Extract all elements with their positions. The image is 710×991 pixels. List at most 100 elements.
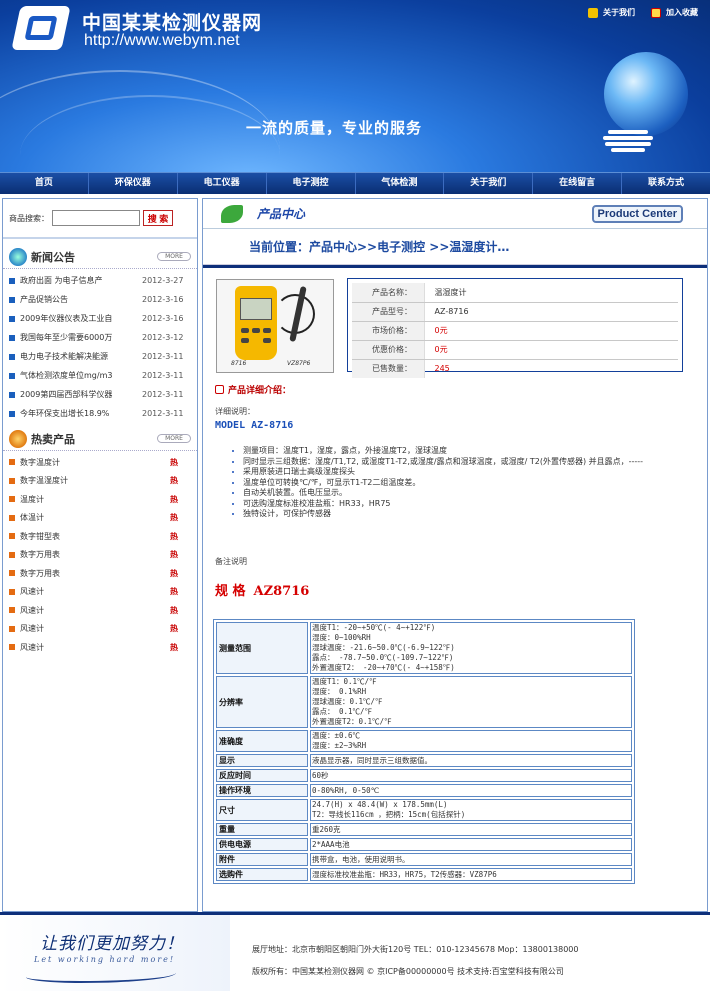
spec-value: 0-80%RH, 0-50℃ [310,784,632,797]
news-item-date: 2012-3-27 [142,276,184,285]
hot-item-title[interactable]: 风速计 [20,642,170,653]
meter-screen [240,298,272,320]
spec-key: 供电电源 [216,838,308,851]
spec-value: 湿度标准校准盐瓶：HR33，HR75，T2传感器：VZ87P6 [310,868,632,881]
list-item[interactable]: 数字温湿度计热 [9,472,197,491]
spec-key: 附件 [216,853,308,866]
news-item-title[interactable]: 电力电子技术能解决能源 [20,351,142,362]
news-item-title[interactable]: 今年环保支出增长18.9% [20,408,142,419]
footer-slogan-area: 让我们更加努力！ Let working hard more! [0,915,230,991]
list-item[interactable]: 我国每年至少需要6000万 2012-3-12 [9,328,197,347]
product-search: 商品搜索： 搜 索 [3,199,197,239]
spec-key: 显示 [216,754,308,767]
nav-about[interactable]: 关于我们 [444,173,534,194]
nav-message[interactable]: 在线留言 [533,173,623,194]
list-item[interactable]: 政府出面 为电子信息产 2012-3-27 [9,271,197,290]
table-row: 选购件 湿度标准校准盐瓶：HR33，HR75，T2传感器：VZ87P6 [216,868,632,881]
spec-value-line: 露点： -78.7~50.0℃(-109.7~122℉) [312,653,454,662]
list-item[interactable]: 今年环保支出增长18.9% 2012-3-11 [9,404,197,423]
breadcrumb[interactable]: 当前位置：产品中心>>电子测控 >>温湿度计… [203,229,707,265]
meter-button [263,328,271,333]
top-links: 关于我们 加入收藏 [588,7,698,18]
hot-item-title[interactable]: 风速计 [20,586,170,597]
list-item[interactable]: 风速计热 [9,620,197,639]
spec-value: 2*AAA电池 [310,838,632,851]
search-input[interactable] [52,210,140,226]
spec-value-line: 温度T1：-20~+50℃(- 4~+122℉) [312,623,436,632]
table-row: 附件 携带盒，电池，使用说明书。 [216,853,632,866]
hot-item-title[interactable]: 风速计 [20,605,170,616]
hot-item-title[interactable]: 数字万用表 [20,568,170,579]
list-item[interactable]: 温度计热 [9,490,197,509]
hot-item-title[interactable]: 风速计 [20,623,170,634]
site-logo-icon[interactable] [11,6,71,50]
bullet-icon [9,496,15,503]
product-image[interactable]: 8716 VZ87P6 [216,279,334,373]
hot-item-title[interactable]: 体温计 [20,512,170,523]
news-item-title[interactable]: 气体检测浓度单位mg/m3 [20,370,142,381]
search-button[interactable]: 搜 索 [143,210,173,226]
model-name: MODEL AZ-8716 [215,420,294,431]
hot-item-title[interactable]: 数字万用表 [20,549,170,560]
bookmark-icon [651,7,661,18]
news-item-title[interactable]: 2009年仪器仪表及工业自 [20,313,142,324]
bullet-icon [9,353,15,360]
feature-item: 自动关机装置。低电压显示。 [243,488,695,499]
summary-key: 产品型号： [352,302,425,322]
footer-copyright: 版权所有：中国某某检测仪器网 © 京ICP备00000000号 技术支持:百宝堂… [252,967,564,976]
spec-key: 选购件 [216,868,308,881]
spec-value-line: 外置温度T2：0.1℃/℉ [312,717,392,726]
list-item[interactable]: 数字钳型表热 [9,527,197,546]
nav-home[interactable]: 首页 [0,173,89,194]
list-item[interactable]: 产品促销公告 2012-3-16 [9,290,197,309]
spec-value: 60秒 [310,769,632,782]
product-summary-table: 产品名称： 温湿度计 产品型号： AZ-8716 市场价格： 0元 优惠价格： 0元 已… [352,283,678,378]
list-item[interactable]: 电力电子技术能解决能源 2012-3-11 [9,347,197,366]
about-link[interactable]: 关于我们 [588,7,635,18]
news-item-title[interactable]: 2009第四届西部科学仪器 [20,389,142,400]
list-item[interactable]: 体温计热 [9,509,197,528]
spec-value-line: 温度：±0.6℃ [312,731,361,740]
news-item-date: 2012-3-11 [142,352,184,361]
list-item[interactable]: 数字万用表热 [9,546,197,565]
hot-item-title[interactable]: 温度计 [20,494,170,505]
news-item-title[interactable]: 政府出面 为电子信息产 [20,275,142,286]
news-item-date: 2012-3-11 [142,371,184,380]
spec-key: 分辨率 [216,676,308,728]
spec-value-line: 携带盒，电池，使用说明书。 [312,854,410,864]
list-item[interactable]: 风速计热 [9,638,197,657]
list-item[interactable]: 数字温度计热 [9,453,197,472]
summary-value: 245 [434,364,450,374]
list-item[interactable]: 风速计热 [9,583,197,602]
hot-item-title[interactable]: 数字温湿度计 [20,475,170,486]
nav-electronic-control[interactable]: 电子测控 [267,173,356,194]
list-item[interactable]: 风速计热 [9,601,197,620]
list-item[interactable]: 数字万用表热 [9,564,197,583]
site-title: 中国某某检测仪器网 [82,12,263,34]
detail-heading: 产品详细介绍： [215,383,291,396]
spec-key: 尺寸 [216,799,308,821]
hot-item-title[interactable]: 数字温度计 [20,457,170,468]
meter-button [241,338,249,343]
nav-electrical-instruments[interactable]: 电工仪器 [178,173,267,194]
globe-icon [604,52,688,136]
table-row: 测量范围 温度T1：-20~+50℃(- 4~+122℉) 湿度：0~100%RH 湿… [216,622,632,674]
news-item-date: 2012-3-11 [142,409,184,418]
news-item-title[interactable]: 产品促销公告 [20,294,142,305]
spec-key: 准确度 [216,730,308,752]
nav-contact[interactable]: 联系方式 [622,173,710,194]
hot-badge: 热 [170,550,178,560]
nav-env-instruments[interactable]: 环保仪器 [89,173,178,194]
bookmark-link[interactable]: 加入收藏 [651,7,698,18]
spec-value-line: 液晶显示器，同时显示三组数据值。 [312,755,432,765]
news-item-title[interactable]: 我国每年至少需要6000万 [20,332,142,343]
meter-illustration [235,286,277,360]
news-more-button[interactable]: MORE [157,252,191,261]
hot-more-button[interactable]: MORE [157,434,191,443]
list-item[interactable]: 2009年仪器仪表及工业自 2012-3-16 [9,309,197,328]
list-item[interactable]: 气体检测浓度单位mg/m3 2012-3-11 [9,366,197,385]
nav-gas-detection[interactable]: 气体检测 [356,173,445,194]
header-slogan: 一流的质量，专业的服务 [246,119,423,137]
list-item[interactable]: 2009第四届西部科学仪器 2012-3-11 [9,385,197,404]
hot-item-title[interactable]: 数字钳型表 [20,531,170,542]
